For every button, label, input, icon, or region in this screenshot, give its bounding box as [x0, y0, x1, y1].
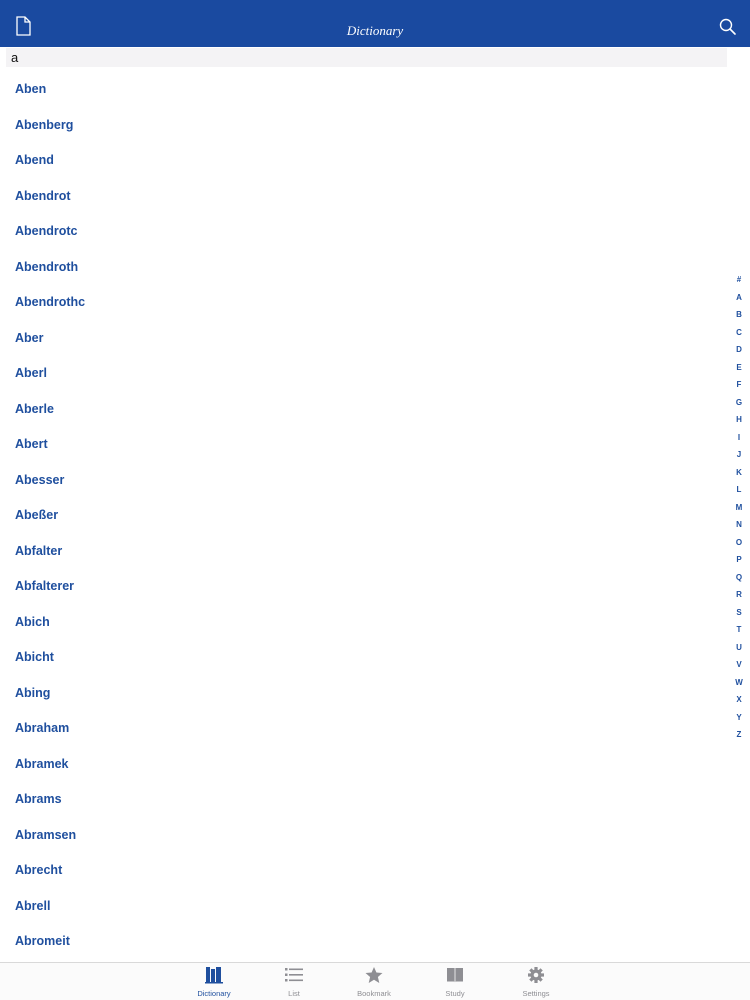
- index-letter[interactable]: Z: [728, 726, 750, 744]
- tab-study[interactable]: Study: [425, 966, 485, 1000]
- index-letter[interactable]: E: [728, 359, 750, 377]
- word-list-item[interactable]: Abfalterer: [0, 569, 725, 605]
- word-list-item[interactable]: Abing: [0, 676, 725, 712]
- word-list-item[interactable]: Abrell: [0, 889, 725, 925]
- tab-bookmark[interactable]: Bookmark: [344, 966, 404, 1000]
- navigation-bar: Dictionary: [0, 0, 750, 47]
- star-icon: [364, 966, 384, 984]
- word-list-item[interactable]: Abeßer: [0, 498, 725, 534]
- index-letter[interactable]: A: [728, 289, 750, 307]
- word-list-item[interactable]: Abesser: [0, 463, 725, 499]
- index-letter[interactable]: R: [728, 586, 750, 604]
- alphabet-index[interactable]: # A B C D E F G H I J K L M N O P Q R S T U V W X Y Z: [728, 271, 750, 744]
- index-letter[interactable]: Q: [728, 569, 750, 587]
- index-letter[interactable]: P: [728, 551, 750, 569]
- index-letter[interactable]: L: [728, 481, 750, 499]
- index-letter[interactable]: U: [728, 639, 750, 657]
- index-letter[interactable]: V: [728, 656, 750, 674]
- word-list: Aben Abenberg Abend Abendrot Abendrotc Abendr…: [0, 72, 725, 960]
- word-list-item[interactable]: Abfalter: [0, 534, 725, 570]
- tab-settings[interactable]: Settings: [506, 966, 566, 1000]
- index-letter[interactable]: G: [728, 394, 750, 412]
- word-list-item[interactable]: Abendroth: [0, 250, 725, 286]
- tab-bar: Dictionary List Bookmark Study Settings: [0, 962, 750, 1000]
- word-list-item[interactable]: Abrecht: [0, 853, 725, 889]
- index-letter[interactable]: W: [728, 674, 750, 692]
- index-letter[interactable]: I: [728, 429, 750, 447]
- index-letter[interactable]: #: [728, 271, 750, 289]
- index-letter[interactable]: H: [728, 411, 750, 429]
- index-letter[interactable]: D: [728, 341, 750, 359]
- index-letter[interactable]: N: [728, 516, 750, 534]
- word-list-item[interactable]: Abendrot: [0, 179, 725, 215]
- word-list-item[interactable]: Abraham: [0, 711, 725, 747]
- tab-label: Study: [445, 989, 465, 998]
- tab-dictionary[interactable]: Dictionary: [184, 966, 244, 1000]
- tab-label: Settings: [522, 989, 550, 998]
- index-letter[interactable]: C: [728, 324, 750, 342]
- index-letter[interactable]: S: [728, 604, 750, 622]
- open-book-icon: [445, 966, 465, 984]
- word-list-item[interactable]: Abrams: [0, 782, 725, 818]
- tab-label: List: [288, 989, 300, 998]
- tab-label: Dictionary: [197, 989, 231, 998]
- index-letter[interactable]: Y: [728, 709, 750, 727]
- index-letter[interactable]: X: [728, 691, 750, 709]
- gear-icon: [526, 966, 546, 984]
- word-list-item[interactable]: Abert: [0, 427, 725, 463]
- word-list-item[interactable]: Aberl: [0, 356, 725, 392]
- word-list-item[interactable]: Aberle: [0, 392, 725, 428]
- index-letter[interactable]: F: [728, 376, 750, 394]
- index-letter[interactable]: K: [728, 464, 750, 482]
- word-list-item[interactable]: Abramsen: [0, 818, 725, 854]
- word-list-item[interactable]: Abramek: [0, 747, 725, 783]
- word-list-item[interactable]: Abicht: [0, 640, 725, 676]
- word-list-item[interactable]: Aber: [0, 321, 725, 357]
- word-list-item[interactable]: Abromeit: [0, 924, 725, 960]
- tab-label: Bookmark: [357, 989, 391, 998]
- index-letter[interactable]: B: [728, 306, 750, 324]
- tab-list[interactable]: List: [264, 966, 324, 1000]
- word-list-item[interactable]: Abend: [0, 143, 725, 179]
- search-icon[interactable]: [718, 17, 738, 37]
- word-list-item[interactable]: Abendrotc: [0, 214, 725, 250]
- word-list-item[interactable]: Abenberg: [0, 108, 725, 144]
- books-icon: [204, 966, 224, 984]
- index-letter[interactable]: O: [728, 534, 750, 552]
- index-letter[interactable]: T: [728, 621, 750, 639]
- page-title: Dictionary: [346, 23, 404, 38]
- word-list-item[interactable]: Abendrothc: [0, 285, 725, 321]
- index-letter[interactable]: J: [728, 446, 750, 464]
- list-icon: [284, 966, 304, 984]
- word-list-item[interactable]: Abich: [0, 605, 725, 641]
- search-input[interactable]: [6, 48, 727, 67]
- word-list-item[interactable]: Aben: [0, 72, 725, 108]
- index-letter[interactable]: M: [728, 499, 750, 517]
